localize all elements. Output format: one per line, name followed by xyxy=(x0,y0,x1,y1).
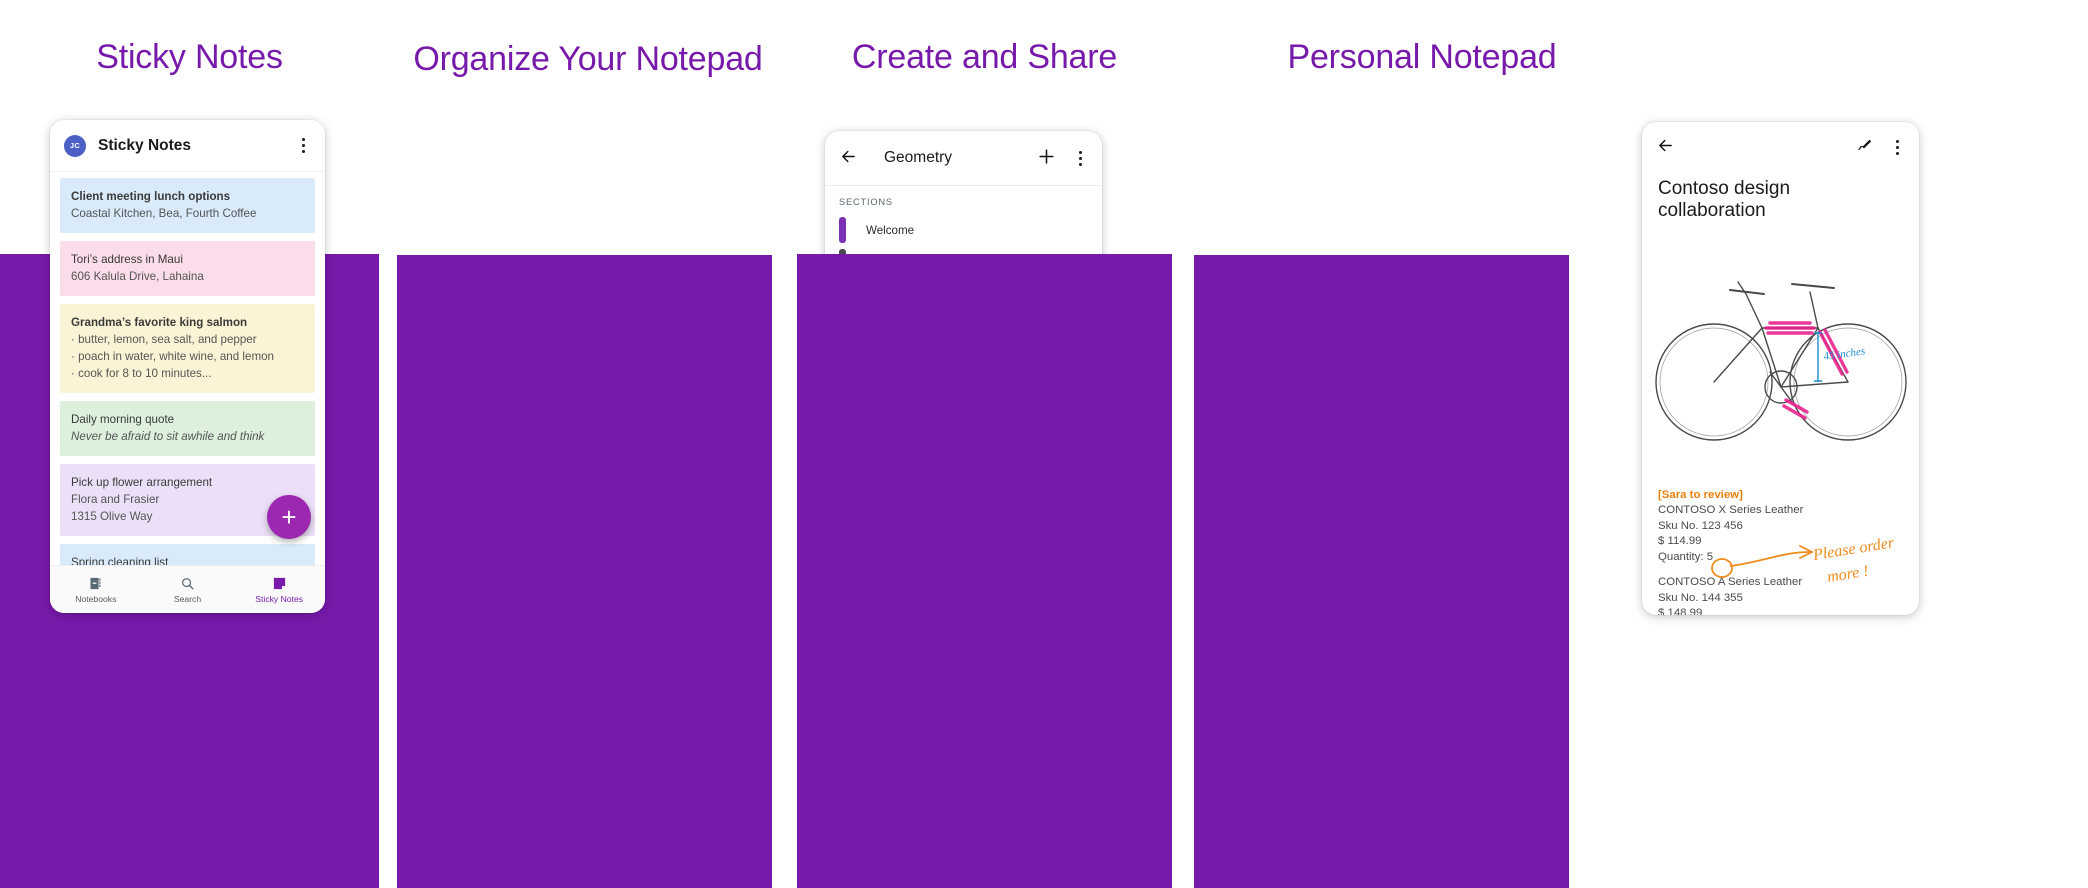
panel-create-and-share: Create and Share Contoso design collabor… xyxy=(797,0,1919,888)
headline-3: Create and Share xyxy=(851,38,1118,76)
page-title: Sticky Notes xyxy=(98,136,192,154)
note-title: Daily morning quote xyxy=(71,413,175,426)
sticky-note-icon xyxy=(272,576,287,591)
panel-organize-notepad: Organize Your Notepad Geometry SECTIONS xyxy=(379,0,1102,888)
note-title: Client meeting lunch options xyxy=(71,190,231,203)
note-body: Coastal Kitchen, Bea, Fourth Coffee xyxy=(71,207,257,220)
note-title: Tori’s address in Maui xyxy=(71,253,183,266)
app-bar: JC Sticky Notes xyxy=(50,120,325,172)
nav-item-search[interactable]: Search xyxy=(142,576,234,604)
list-item[interactable]: Tori’s address in Maui 606 Kalula Drive,… xyxy=(60,241,315,296)
note-body: Never be afraid to sit awhile and think xyxy=(71,430,265,443)
add-note-button[interactable]: + xyxy=(267,495,311,539)
headline-4: Personal Notepad xyxy=(1287,38,1557,76)
nav-item-sticky-notes[interactable]: Sticky Notes xyxy=(233,576,325,604)
list-item[interactable]: Client meeting lunch options Coastal Kit… xyxy=(60,178,315,233)
nav-label: Search xyxy=(173,593,202,604)
nav-label: Sticky Notes xyxy=(255,593,304,604)
headline-2: Organize Your Notepad xyxy=(413,40,763,78)
phone-screen-sticky-notes: JC Sticky Notes Client meeting lunch opt… xyxy=(50,120,325,613)
poster-canvas: Sticky Notes JC Sticky Notes Client meet… xyxy=(0,0,2088,888)
list-item[interactable]: Grandma’s favorite king salmon · butter,… xyxy=(60,304,315,393)
avatar[interactable]: JC xyxy=(64,134,86,157)
note-title: Grandma’s favorite king salmon xyxy=(71,316,248,329)
kebab-menu-icon[interactable] xyxy=(295,137,311,155)
search-icon xyxy=(180,576,195,591)
panel-sticky-notes: Sticky Notes JC Sticky Notes Client meet… xyxy=(0,0,379,888)
purple-band-2 xyxy=(397,255,772,888)
nav-label: Notebooks xyxy=(75,593,117,604)
purple-band-4 xyxy=(1194,255,1569,888)
purple-band-3 xyxy=(797,254,1172,888)
headline-1: Sticky Notes xyxy=(96,38,283,76)
bottom-navigation: Notebooks Search Sticky Notes xyxy=(50,565,325,613)
panel-personal-notepad: Personal Notepad Family road trip xyxy=(1172,0,2088,888)
nav-item-notebooks[interactable]: Notebooks xyxy=(50,576,142,604)
note-title: Pick up flower arrangement xyxy=(71,476,213,489)
notebook-icon xyxy=(88,576,103,591)
note-body: · butter, lemon, sea salt, and pepper · … xyxy=(71,333,275,380)
note-body: 606 Kalula Drive, Lahaina xyxy=(71,270,204,283)
list-item[interactable]: Daily morning quote Never be afraid to s… xyxy=(60,401,315,456)
